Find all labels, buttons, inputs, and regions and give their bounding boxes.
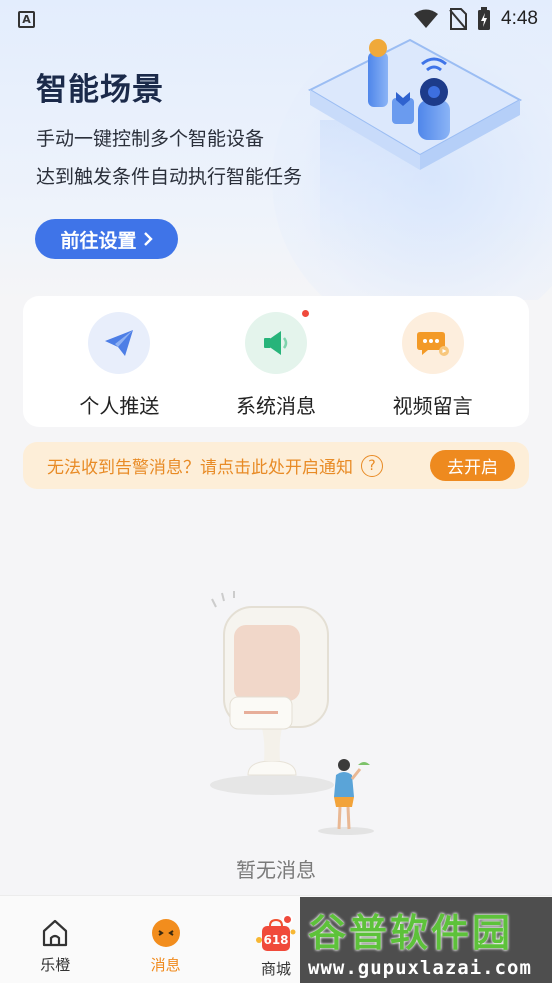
go-settings-label: 前往设置 [60,229,137,252]
enable-notifications-button[interactable]: 去开启 [430,450,515,481]
clock: 4:48 [501,8,538,29]
tab-lecheng-label: 乐橙 [40,956,71,974]
personal-push-label: 个人推送 [79,394,160,418]
category-video-messages[interactable]: 视频留言 [368,312,498,419]
category-personal-push[interactable]: 个人推送 [54,312,184,419]
home-icon [43,919,68,947]
tab-messages[interactable]: 消息 [110,896,294,983]
system-messages-label: 系统消息 [235,394,316,418]
shopping-bag-icon: 618 [255,918,296,951]
speaker-icon [263,331,288,355]
unread-dot [299,308,311,319]
watermark-title: 谷普软件园 [308,910,514,955]
smart-scene-banner: A 4:48 智能场景 手动一键控制多个智能设备 达到触发条件自动执行智能任务 … [0,0,552,300]
tab-mall-label: 商城 [260,960,291,978]
message-face-icon [151,919,180,947]
personal-push-icon-bg [88,312,151,374]
chat-bubble-icon [416,332,449,356]
system-messages-icon-bg [244,308,311,374]
battery-charging-icon [478,7,491,30]
chevron-right-icon [143,232,153,246]
tab-lecheng[interactable]: 乐橙 [0,896,110,983]
category-system-messages[interactable]: 系统消息 [211,308,341,419]
empty-state-text: 暂无消息 [236,858,316,882]
watermark-url: www.gupuxlazai.com [308,956,532,979]
tab-messages-label: 消息 [150,956,181,974]
banner-description-1: 手动一键控制多个智能设备 [36,128,265,150]
empty-state-illustration [210,591,374,835]
smart-devices-illustration [307,38,523,260]
no-sim-icon [449,8,468,30]
paper-plane-icon [105,330,134,356]
wifi-icon [414,9,439,28]
banner-description-2: 达到触发条件自动执行智能任务 [36,166,303,188]
banner-title: 智能场景 [36,72,164,108]
app-notification-icon: A [18,10,35,28]
video-messages-icon-bg [401,312,464,374]
notification-permission-banner[interactable]: 无法收到告警消息？请点击此处开启通知 ? 去开启 [23,442,529,489]
watermark-overlay: 谷普软件园 www.gupuxlazai.com [300,897,552,983]
go-settings-button[interactable]: 前往设置 [35,219,178,259]
mall-badge: 618 [263,933,288,947]
help-icon[interactable]: ? [361,454,383,477]
notification-banner-text: 无法收到告警消息？请点击此处开启通知 [47,458,353,478]
message-category-card: 个人推送 系统消息 视频留言 [23,296,529,427]
video-messages-label: 视频留言 [392,394,473,418]
